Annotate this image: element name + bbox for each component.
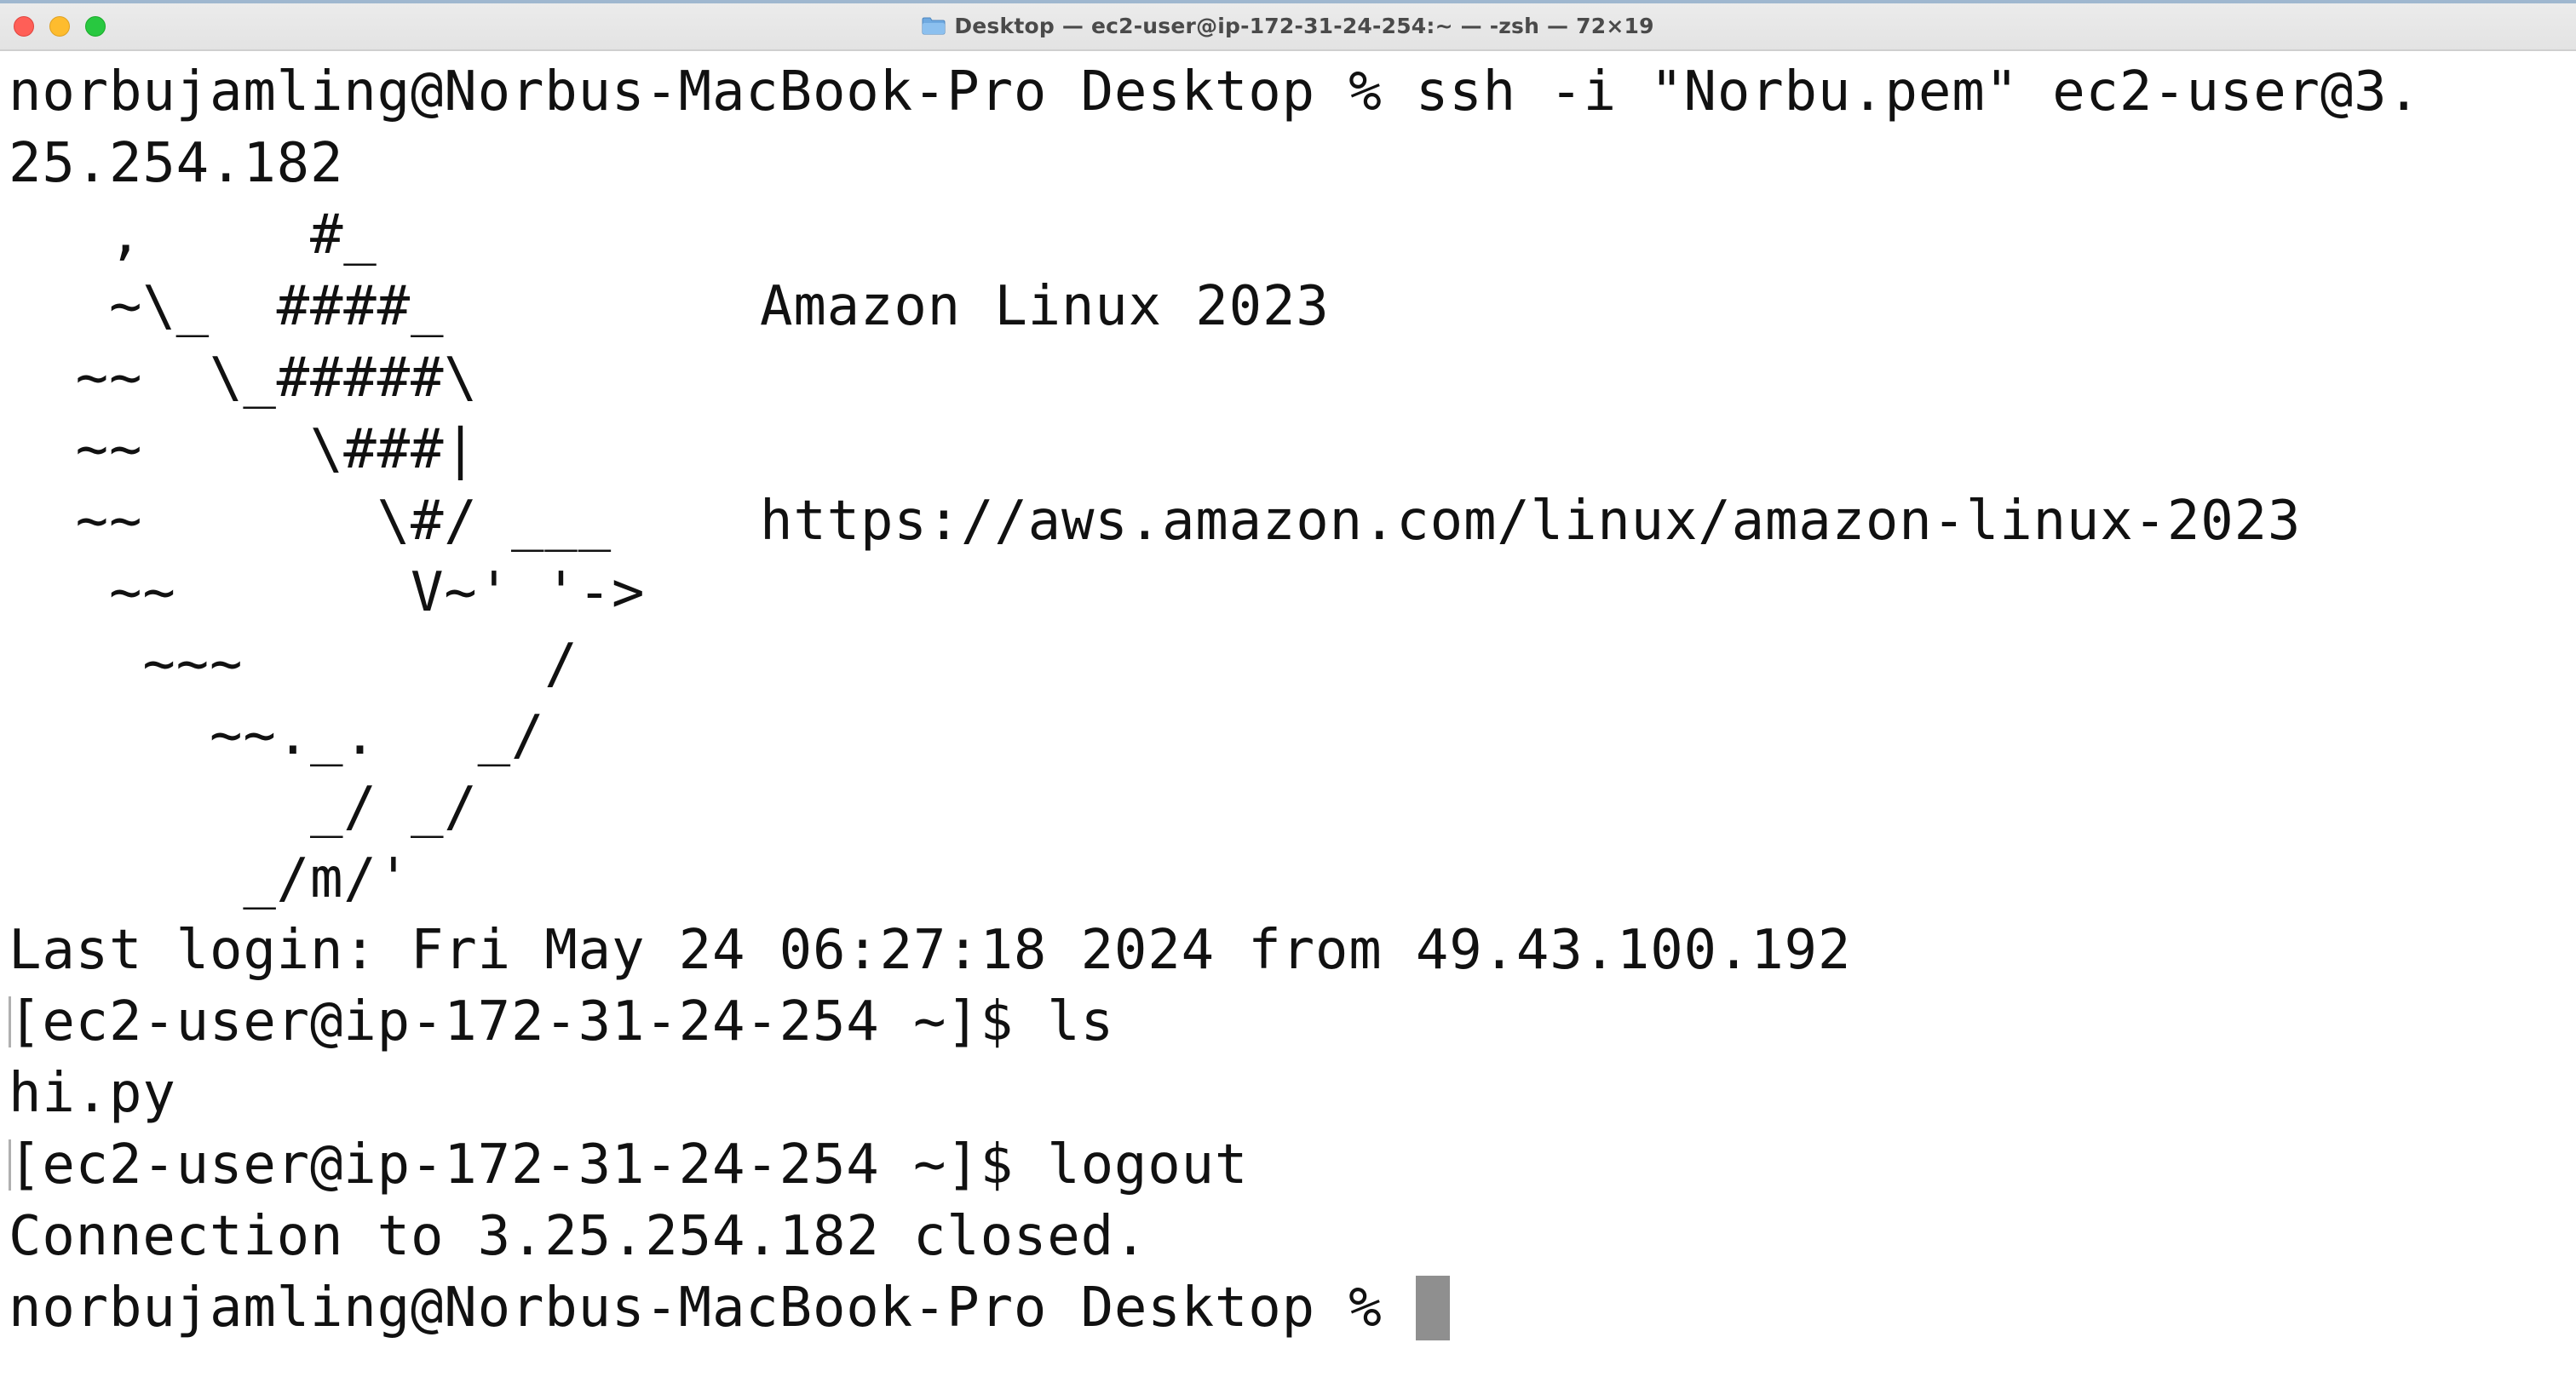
motd-line: , #_ xyxy=(9,199,377,271)
ascii-art: ~~ \_#####\ xyxy=(9,347,478,410)
window-title-group: Desktop — ec2-user@ip-172-31-24-254:~ — … xyxy=(0,0,2576,51)
terminal-line: hi.py xyxy=(9,1058,176,1129)
motd-line: ~\_ ####_ Amazon Linux 2023 xyxy=(9,271,1329,342)
ls-output: hi.py xyxy=(9,1062,176,1125)
ascii-art: ~~._. _/ xyxy=(9,704,545,767)
ascii-art: _/m/' xyxy=(9,847,411,910)
terminal-line: 25.254.182 xyxy=(9,128,343,199)
text-cursor[interactable] xyxy=(1415,1276,1450,1340)
os-name: Amazon Linux 2023 xyxy=(760,275,1330,338)
motd-line: ~~ \_#####\ xyxy=(9,342,478,414)
ascii-art: , #_ xyxy=(9,204,377,267)
last-login-line: Last login: Fri May 24 06:27:18 2024 fro… xyxy=(9,919,1852,982)
ssh-command-line: norbujamling@Norbus-MacBook-Pro Desktop … xyxy=(9,60,2421,123)
terminal-content[interactable]: norbujamling@Norbus-MacBook-Pro Desktop … xyxy=(9,56,2567,1368)
terminal-line: [ec2-user@ip-172-31-24-254 ~]$ ls xyxy=(9,986,1114,1058)
motd-line: ~~~ / xyxy=(9,628,578,700)
motd-line: ~~ V~' '-> xyxy=(9,557,645,628)
window-title: Desktop — ec2-user@ip-172-31-24-254:~ — … xyxy=(954,13,1654,38)
folder-icon xyxy=(922,16,946,35)
ascii-art: ~~ \###| xyxy=(9,418,478,481)
motd-line: ~~ \###| xyxy=(9,414,478,485)
os-url: https://aws.amazon.com/linux/amazon-linu… xyxy=(760,490,2302,553)
local-prompt: norbujamling@Norbus-MacBook-Pro Desktop … xyxy=(9,1277,1416,1340)
remote-prompt-ls: [ec2-user@ip-172-31-24-254 ~]$ ls xyxy=(9,990,1114,1053)
terminal-line: Last login: Fri May 24 06:27:18 2024 fro… xyxy=(9,915,1851,986)
remote-prompt-logout: [ec2-user@ip-172-31-24-254 ~]$ logout xyxy=(9,1133,1249,1196)
motd-line: _/m/' xyxy=(9,843,411,915)
terminal-line: norbujamling@Norbus-MacBook-Pro Desktop … xyxy=(9,56,2421,128)
terminal-window: Desktop — ec2-user@ip-172-31-24-254:~ — … xyxy=(0,0,2576,1383)
motd-line: ~~._. _/ xyxy=(9,700,544,772)
ascii-art: _/ _/ xyxy=(9,776,478,839)
ascii-art: ~~ \#/ ___ xyxy=(9,490,612,553)
terminal-line: [ec2-user@ip-172-31-24-254 ~]$ logout xyxy=(9,1129,1248,1201)
motd-line: _/ _/ xyxy=(9,772,478,843)
terminal-line[interactable]: norbujamling@Norbus-MacBook-Pro Desktop … xyxy=(9,1272,1450,1344)
ascii-art: ~\_ ####_ xyxy=(9,275,445,338)
ascii-art: ~~ V~' '-> xyxy=(9,561,646,624)
motd-line: ~~ \#/ ___ https://aws.amazon.com/linux/a… xyxy=(9,485,2301,557)
ascii-art: ~~~ / xyxy=(9,633,578,696)
terminal-line: Connection to 3.25.254.182 closed. xyxy=(9,1201,1147,1272)
title-bar[interactable]: Desktop — ec2-user@ip-172-31-24-254:~ — … xyxy=(0,0,2576,51)
connection-closed-line: Connection to 3.25.254.182 closed. xyxy=(9,1205,1148,1268)
ssh-command-continuation: 25.254.182 xyxy=(9,132,344,195)
